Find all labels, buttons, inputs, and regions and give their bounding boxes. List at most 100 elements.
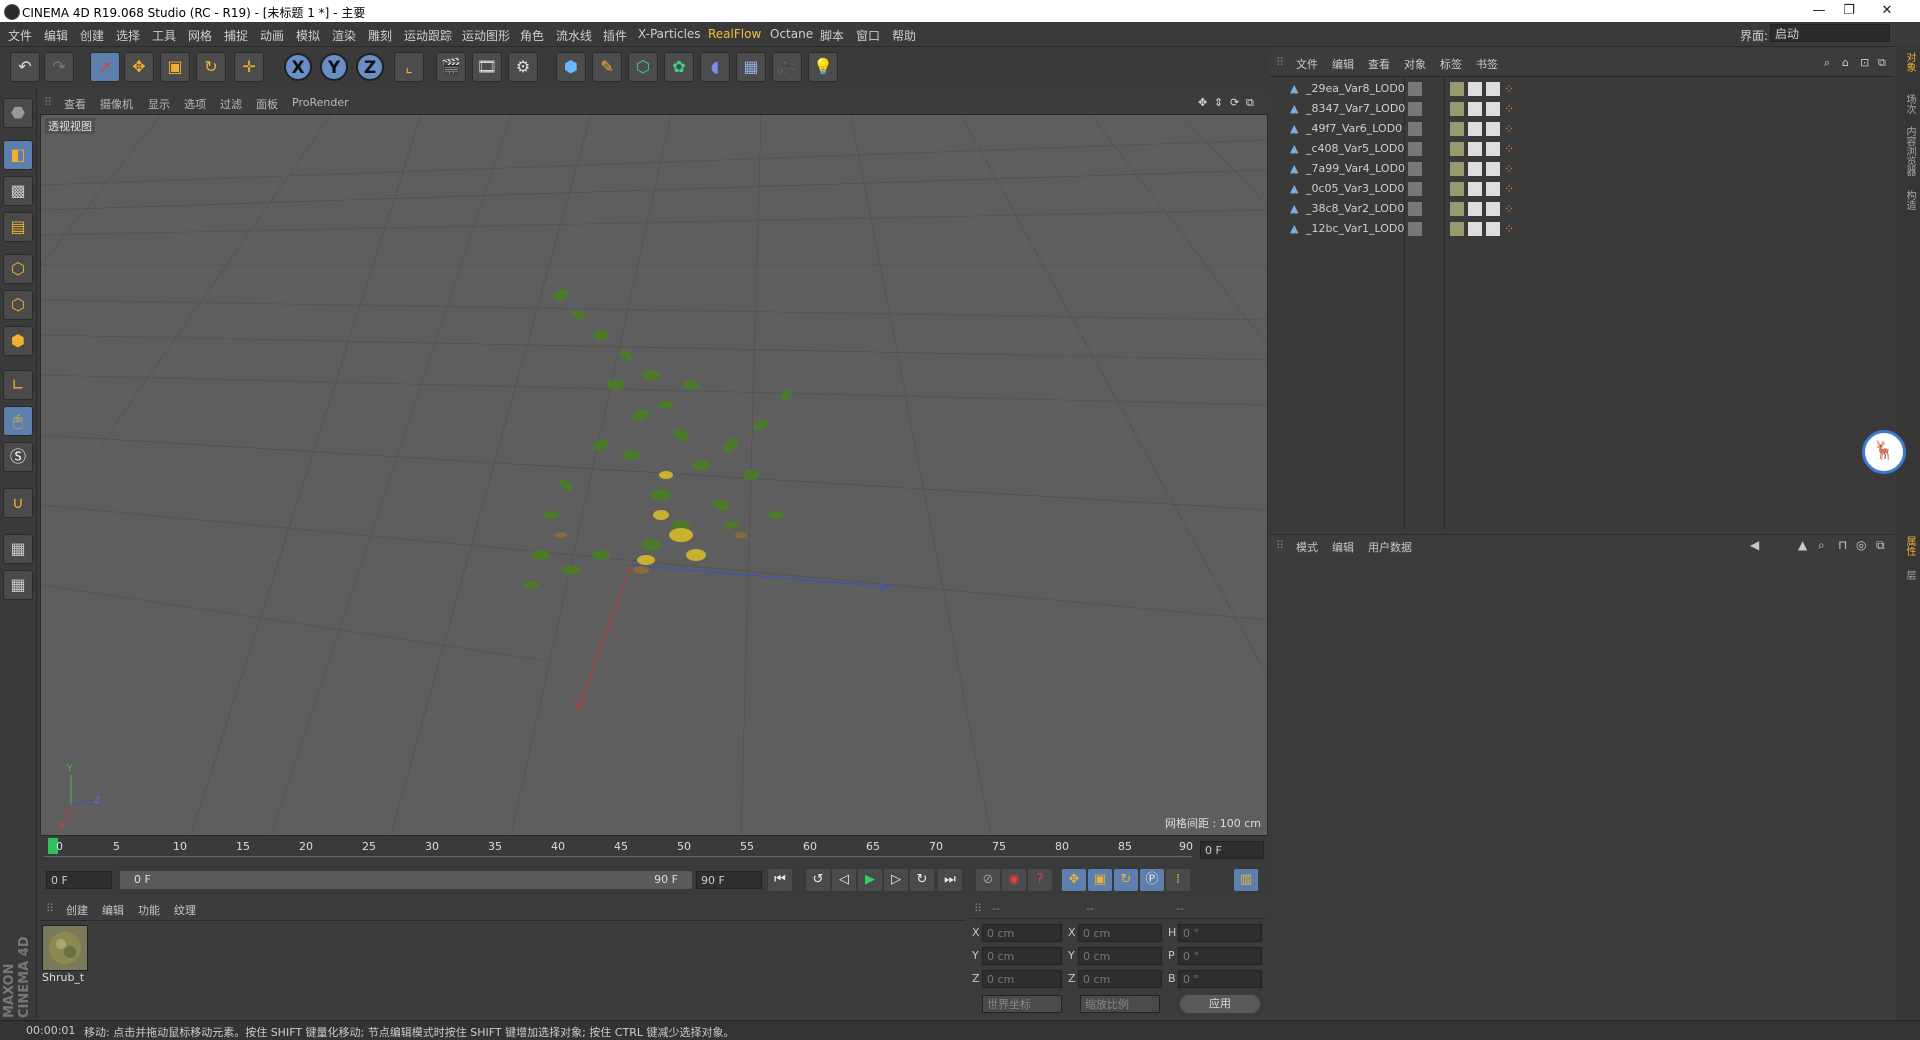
checker-tag-icon[interactable] [1486, 222, 1500, 236]
visibility-toggle-icon[interactable] [1408, 142, 1422, 156]
grid-workplane-icon[interactable]: ▦ [3, 570, 33, 600]
search-icon[interactable]: ⌕ [1824, 56, 1830, 70]
texture-tag-icon[interactable] [1450, 182, 1464, 196]
model-mode-icon[interactable]: ◧ [3, 140, 33, 170]
range-slider[interactable]: 0 F 90 F [120, 871, 692, 889]
vp-menu-camera[interactable]: 摄像机 [100, 96, 133, 112]
object-name[interactable]: _38c8_Var2_LOD0 [1306, 202, 1404, 215]
checker-tag-icon[interactable] [1468, 162, 1482, 176]
go-to-end-icon[interactable]: ⏭ [938, 869, 962, 891]
tab-structure[interactable]: 构造 [1899, 190, 1917, 210]
menu-snap[interactable]: 捕捉 [224, 27, 248, 44]
polygon-selection-tag-icon[interactable]: ⁘ [1504, 142, 1518, 156]
up-arrow-icon[interactable]: ▲ [1798, 538, 1807, 552]
back-arrow-icon[interactable]: ◀ [1750, 538, 1759, 552]
mat-menu-edit[interactable]: 编辑 [102, 902, 124, 918]
perspective-viewport[interactable]: Y Z X 透视视图 网格间距 : 100 cm [40, 114, 1268, 836]
record-keys-icon[interactable]: ⊘ [976, 869, 1000, 891]
polygon-selection-tag-icon[interactable]: ⁘ [1504, 182, 1518, 196]
object-name[interactable]: _49f7_Var6_LOD0 [1306, 122, 1402, 135]
vp-rotate-icon[interactable]: ⟳ [1230, 96, 1239, 109]
texture-mode-icon[interactable]: ▩ [3, 176, 33, 206]
object-row[interactable]: ▲ _29ea_Var8_LOD0 ⁘ [1270, 79, 1894, 99]
tab-attributes[interactable]: 属性 [1899, 536, 1917, 556]
position-y-field[interactable]: 0 cm [982, 947, 1062, 965]
select-tool-icon[interactable]: ➚ [90, 52, 120, 82]
checker-tag-icon[interactable] [1486, 82, 1500, 96]
texture-tag-icon[interactable] [1450, 162, 1464, 176]
checker-tag-icon[interactable] [1468, 222, 1482, 236]
render-settings-icon[interactable]: ⚙ [508, 52, 538, 82]
menu-mesh[interactable]: 网格 [188, 27, 212, 44]
menu-edit[interactable]: 编辑 [44, 27, 68, 44]
checker-tag-icon[interactable] [1468, 102, 1482, 116]
coord-system-dropdown[interactable]: 世界坐标 [982, 995, 1062, 1013]
cloner-icon[interactable]: ✿ [664, 52, 694, 82]
object-name[interactable]: _c408_Var5_LOD0 [1306, 142, 1404, 155]
position-x-field[interactable]: 0 cm [982, 924, 1062, 942]
prev-key-icon[interactable]: ↺ [806, 869, 830, 891]
obj-menu-view[interactable]: 查看 [1368, 56, 1390, 72]
next-key-icon[interactable]: ↻ [910, 869, 934, 891]
rotation-b-field[interactable]: 0 ° [1178, 970, 1262, 988]
menu-render[interactable]: 渲染 [332, 27, 356, 44]
timeline-window-icon[interactable]: ▥ [1234, 869, 1258, 891]
rotation-h-field[interactable]: 0 ° [1178, 924, 1262, 942]
redo-icon[interactable]: ↷ [44, 52, 74, 82]
play-icon[interactable]: ▶ [858, 869, 882, 891]
key-parameter-icon[interactable]: Ⓟ [1140, 869, 1164, 891]
texture-tag-icon[interactable] [1450, 142, 1464, 156]
menu-pipeline[interactable]: 流水线 [556, 27, 592, 44]
menu-realflow[interactable]: RealFlow [708, 27, 761, 41]
attr-menu-userdata[interactable]: 用户数据 [1368, 539, 1412, 555]
light-icon[interactable]: 💡 [808, 52, 838, 82]
tab-takes[interactable]: 场次 [1899, 94, 1917, 114]
visibility-toggle-icon[interactable] [1408, 102, 1422, 116]
coordinate-system-icon[interactable]: ⌞ [394, 52, 424, 82]
mat-menu-texture[interactable]: 纹理 [174, 902, 196, 918]
floor-icon[interactable]: ▦ [736, 52, 766, 82]
current-frame-field[interactable]: 0 F [1200, 841, 1264, 859]
checker-tag-icon[interactable] [1468, 142, 1482, 156]
points-mode-icon[interactable]: ⬡ [3, 254, 33, 284]
transform-tool-icon[interactable]: ✛ [234, 52, 264, 82]
rotation-p-field[interactable]: 0 ° [1178, 947, 1262, 965]
size-x-field[interactable]: 0 cm [1078, 924, 1162, 942]
menu-tools[interactable]: 工具 [152, 27, 176, 44]
visibility-toggle-icon[interactable] [1408, 82, 1422, 96]
spline-pen-icon[interactable]: ✎ [592, 52, 622, 82]
object-name[interactable]: _12bc_Var1_LOD0 [1306, 222, 1404, 235]
new-window-icon[interactable]: ⊡ [1860, 56, 1869, 69]
checker-tag-icon[interactable] [1486, 202, 1500, 216]
vp-menu-display[interactable]: 显示 [148, 96, 170, 112]
menu-animate[interactable]: 动画 [260, 27, 284, 44]
move-tool-icon[interactable]: ✥ [124, 52, 154, 82]
layout-select[interactable]: 启动 [1770, 24, 1890, 42]
axis-mode-icon[interactable]: ∟ [3, 370, 33, 400]
render-view-icon[interactable]: 🎬 [436, 52, 466, 82]
next-frame-icon[interactable]: ▷ [884, 869, 908, 891]
menu-create[interactable]: 创建 [80, 27, 104, 44]
minimize-button[interactable]: — [1804, 2, 1834, 20]
go-to-start-icon[interactable]: ⏮ [768, 869, 792, 891]
checker-tag-icon[interactable] [1468, 122, 1482, 136]
menu-octane[interactable]: Octane [770, 27, 813, 41]
polygon-selection-tag-icon[interactable]: ⁘ [1504, 102, 1518, 116]
texture-tag-icon[interactable] [1450, 222, 1464, 236]
obj-menu-file[interactable]: 文件 [1296, 56, 1318, 72]
render-picture-viewer-icon[interactable]: 🎞 [472, 52, 502, 82]
scale-mode-dropdown[interactable]: 缩放比例 [1080, 995, 1160, 1013]
object-row[interactable]: ▲ _49f7_Var6_LOD0 ⁘ [1270, 119, 1894, 139]
texture-tag-icon[interactable] [1450, 122, 1464, 136]
polygon-selection-tag-icon[interactable]: ⁘ [1504, 202, 1518, 216]
tab-content-browser[interactable]: 内容浏览器 [1899, 126, 1917, 176]
start-frame-field[interactable]: 0 F [46, 871, 112, 889]
edges-mode-icon[interactable]: ⬡ [3, 290, 33, 320]
texture-tag-icon[interactable] [1450, 102, 1464, 116]
maximize-panel-icon[interactable]: ⧉ [1876, 538, 1885, 553]
position-z-field[interactable]: 0 cm [982, 970, 1062, 988]
menu-file[interactable]: 文件 [8, 27, 32, 44]
apply-button[interactable]: 应用 [1180, 995, 1260, 1013]
z-axis-lock-icon[interactable]: Z [356, 53, 384, 81]
visibility-toggle-icon[interactable] [1408, 222, 1422, 236]
